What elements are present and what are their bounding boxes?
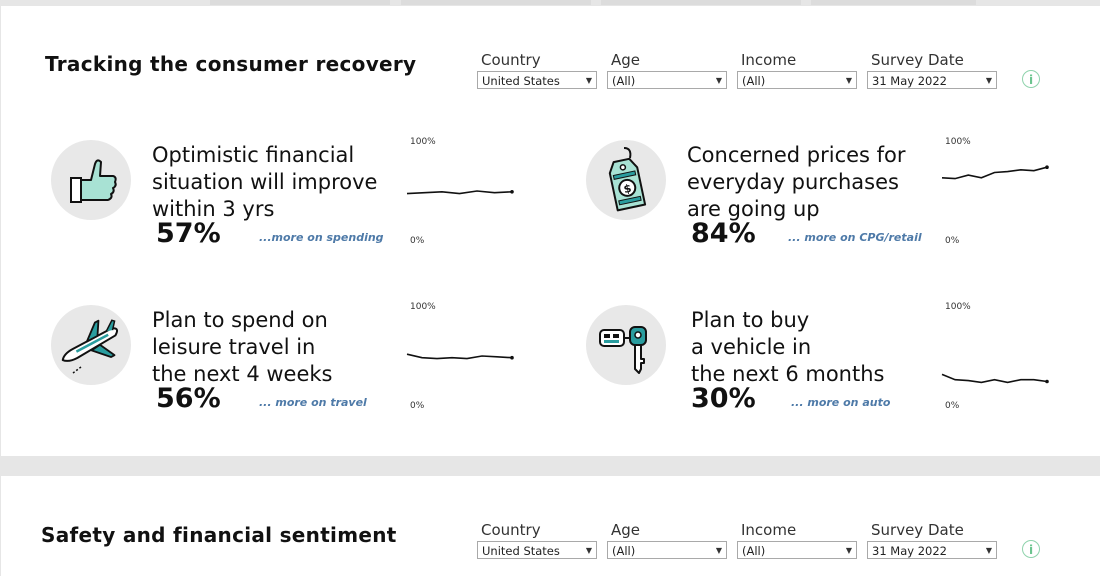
sparkline-top-label: 100% <box>945 137 971 147</box>
age-dropdown[interactable]: (All) ▼ <box>607 71 727 89</box>
income-dropdown-value: (All) <box>742 544 766 558</box>
more-on-travel-link[interactable]: ... more on travel <box>259 396 367 409</box>
age-dropdown[interactable]: (All) ▼ <box>607 541 727 559</box>
metric-label: Optimistic financial situation will impr… <box>152 142 392 223</box>
metric-value: 84% <box>691 218 756 249</box>
more-on-cpg-retail-link[interactable]: ... more on CPG/retail <box>788 231 922 244</box>
survey-date-filter-label: Survey Date <box>871 51 964 69</box>
country-filter-label: Country <box>481 51 541 69</box>
caret-down-icon: ▼ <box>715 546 722 555</box>
more-on-spending-link[interactable]: ...more on spending <box>259 231 384 244</box>
metric-value: 30% <box>691 383 756 414</box>
caret-down-icon: ▼ <box>985 76 992 85</box>
caret-down-icon: ▼ <box>845 546 852 555</box>
metric-value: 57% <box>156 218 221 249</box>
age-filter-label: Age <box>611 51 641 69</box>
thumbs-up-icon <box>51 140 131 220</box>
price-tag-icon: $ <box>586 140 666 220</box>
income-dropdown[interactable]: (All) ▼ <box>737 71 857 89</box>
tab-5[interactable] <box>811 0 976 5</box>
age-dropdown-value: (All) <box>612 74 636 88</box>
income-dropdown[interactable]: (All) ▼ <box>737 541 857 559</box>
tab-3[interactable] <box>401 0 591 5</box>
metric-label-line: Plan to spend on <box>152 308 328 332</box>
sparkline-endpoint <box>510 355 514 360</box>
metric-value: 56% <box>156 383 221 414</box>
country-dropdown-value: United States <box>482 544 560 558</box>
income-filter-label: Income <box>741 51 797 69</box>
age-dropdown-value: (All) <box>612 544 636 558</box>
car-key-icon <box>586 305 666 385</box>
survey-date-dropdown-value: 31 May 2022 <box>872 544 947 558</box>
more-on-auto-link[interactable]: ... more on auto <box>791 396 890 409</box>
caret-down-icon: ▼ <box>585 76 592 85</box>
tab-2[interactable] <box>210 0 390 5</box>
sparkline-top-label: 100% <box>410 137 436 147</box>
sparkline-top-label: 100% <box>410 302 436 312</box>
caret-down-icon: ▼ <box>585 546 592 555</box>
metric-label-line: a vehicle in <box>691 335 812 359</box>
survey-date-dropdown[interactable]: 31 May 2022 ▼ <box>867 541 997 559</box>
survey-date-dropdown[interactable]: 31 May 2022 ▼ <box>867 71 997 89</box>
metric-label: Concerned prices for everyday purchases … <box>687 142 927 223</box>
country-dropdown[interactable]: United States ▼ <box>477 71 597 89</box>
sparkline <box>406 190 514 195</box>
section-title: Tracking the consumer recovery <box>45 52 417 76</box>
income-dropdown-value: (All) <box>742 74 766 88</box>
metric-label-line: leisure travel in <box>152 335 316 359</box>
age-filter-label: Age <box>611 521 641 539</box>
metric-label-line: situation will improve <box>152 170 378 194</box>
safety-financial-sentiment-panel: Safety and financial sentiment Country U… <box>1 476 1100 576</box>
sparkline-top-label: 100% <box>945 302 971 312</box>
info-icon[interactable]: i <box>1022 70 1040 88</box>
consumer-recovery-panel: Tracking the consumer recovery Country U… <box>1 6 1100 456</box>
airplane-icon <box>51 305 131 385</box>
caret-down-icon: ▼ <box>715 76 722 85</box>
info-icon[interactable]: i <box>1022 540 1040 558</box>
metric-label: Plan to buy a vehicle in the next 6 mont… <box>691 307 931 388</box>
sparkline-endpoint <box>510 190 514 194</box>
metric-label: Plan to spend on leisure travel in the n… <box>152 307 392 388</box>
sparkline-endpoint <box>1045 165 1049 169</box>
sparkline-endpoint <box>1045 379 1049 384</box>
sparkline <box>406 353 514 360</box>
survey-date-filter-label: Survey Date <box>871 521 964 539</box>
income-filter-label: Income <box>741 521 797 539</box>
caret-down-icon: ▼ <box>845 76 852 85</box>
metric-label-line: Optimistic financial <box>152 143 355 167</box>
section-title: Safety and financial sentiment <box>41 523 397 547</box>
country-dropdown[interactable]: United States ▼ <box>477 541 597 559</box>
sparkline <box>941 165 1049 180</box>
country-filter-label: Country <box>481 521 541 539</box>
metric-label-line: Plan to buy <box>691 308 810 332</box>
metric-label-line: everyday purchases <box>687 170 899 194</box>
country-dropdown-value: United States <box>482 74 560 88</box>
metric-label-line: Concerned prices for <box>687 143 906 167</box>
tab-4[interactable] <box>601 0 801 5</box>
survey-date-dropdown-value: 31 May 2022 <box>872 74 947 88</box>
caret-down-icon: ▼ <box>985 546 992 555</box>
sparkline <box>941 373 1049 384</box>
